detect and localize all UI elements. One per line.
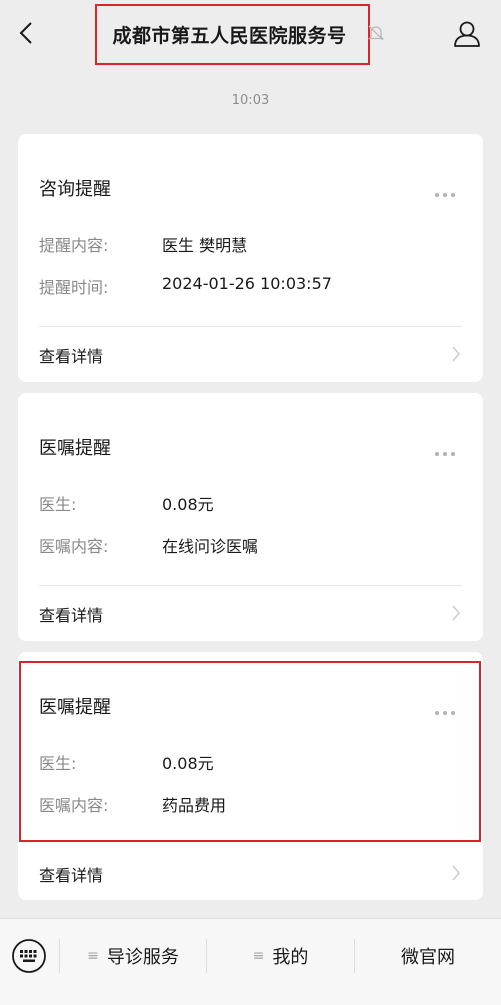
row-label: 医生:: [39, 754, 77, 773]
card-title: 咨询提醒: [39, 179, 111, 200]
row-value: 药品费用: [162, 796, 227, 815]
menu-item-label: 导诊服务: [106, 946, 179, 968]
message-card: 医嘱提醒 医生: 0.08元 医嘱内容: 在线问诊医嘱 查看详情: [18, 393, 483, 641]
back-button[interactable]: [14, 20, 38, 46]
message-card: 咨询提醒 提醒内容: 医生 樊明慧 提醒时间: 2024-01-26 10:03…: [18, 134, 483, 382]
view-details-label: 查看详情: [39, 866, 104, 885]
row-value: 在线问诊医嘱: [162, 537, 259, 556]
title-highlight-box: 成都市第五人民医院服务号: [95, 4, 370, 65]
row-value: 0.08元: [162, 495, 214, 514]
keyboard-icon: [12, 939, 46, 973]
view-details-link[interactable]: 查看详情: [18, 846, 483, 900]
more-icon[interactable]: [435, 441, 461, 456]
bottom-menu-bar: ≡ 导诊服务 ≡ 我的 微官网: [0, 918, 501, 1005]
keyboard-toggle-button[interactable]: [11, 938, 47, 974]
bell-muted-icon: [367, 25, 385, 41]
row-label: 提醒内容:: [39, 236, 109, 255]
card-title: 医嘱提醒: [39, 697, 111, 718]
row-label: 医嘱内容:: [39, 537, 109, 556]
menu-item-label: 我的: [272, 946, 309, 968]
menu-item-label: 微官网: [401, 946, 455, 968]
row-label: 医生:: [39, 495, 77, 514]
view-details-link[interactable]: 查看详情: [18, 586, 483, 640]
row-label: 医嘱内容:: [39, 796, 109, 815]
more-icon[interactable]: [435, 182, 461, 197]
menu-item-guide-service[interactable]: ≡ 导诊服务: [60, 919, 206, 992]
menu-lines-icon: ≡: [252, 947, 265, 964]
message-timestamp: 10:03: [231, 93, 270, 108]
page-title: 成都市第五人民医院服务号: [112, 25, 347, 47]
chat-header: 成都市第五人民医院服务号: [0, 0, 501, 66]
profile-button[interactable]: [452, 19, 482, 49]
more-icon[interactable]: [435, 700, 461, 715]
row-label: 提醒时间:: [39, 278, 109, 297]
row-value: 医生 樊明慧: [162, 236, 248, 255]
view-details-label: 查看详情: [39, 347, 104, 366]
chevron-right-icon: [452, 605, 461, 621]
menu-lines-icon: ≡: [87, 947, 99, 964]
row-value: 2024-01-26 10:03:57: [162, 274, 332, 293]
view-details-label: 查看详情: [39, 606, 104, 625]
person-icon: [454, 21, 480, 47]
menu-item-mine[interactable]: ≡ 我的: [207, 919, 354, 992]
menu-item-micro-site[interactable]: 微官网: [355, 919, 501, 992]
card-title: 医嘱提醒: [39, 438, 111, 459]
chevron-left-icon: [19, 22, 32, 44]
chevron-right-icon: [452, 865, 461, 881]
message-card: 医嘱提醒 医生: 0.08元 医嘱内容: 药品费用 查看详情: [18, 652, 483, 900]
row-value: 0.08元: [162, 754, 214, 773]
chevron-right-icon: [452, 346, 461, 362]
view-details-link[interactable]: 查看详情: [18, 327, 483, 381]
